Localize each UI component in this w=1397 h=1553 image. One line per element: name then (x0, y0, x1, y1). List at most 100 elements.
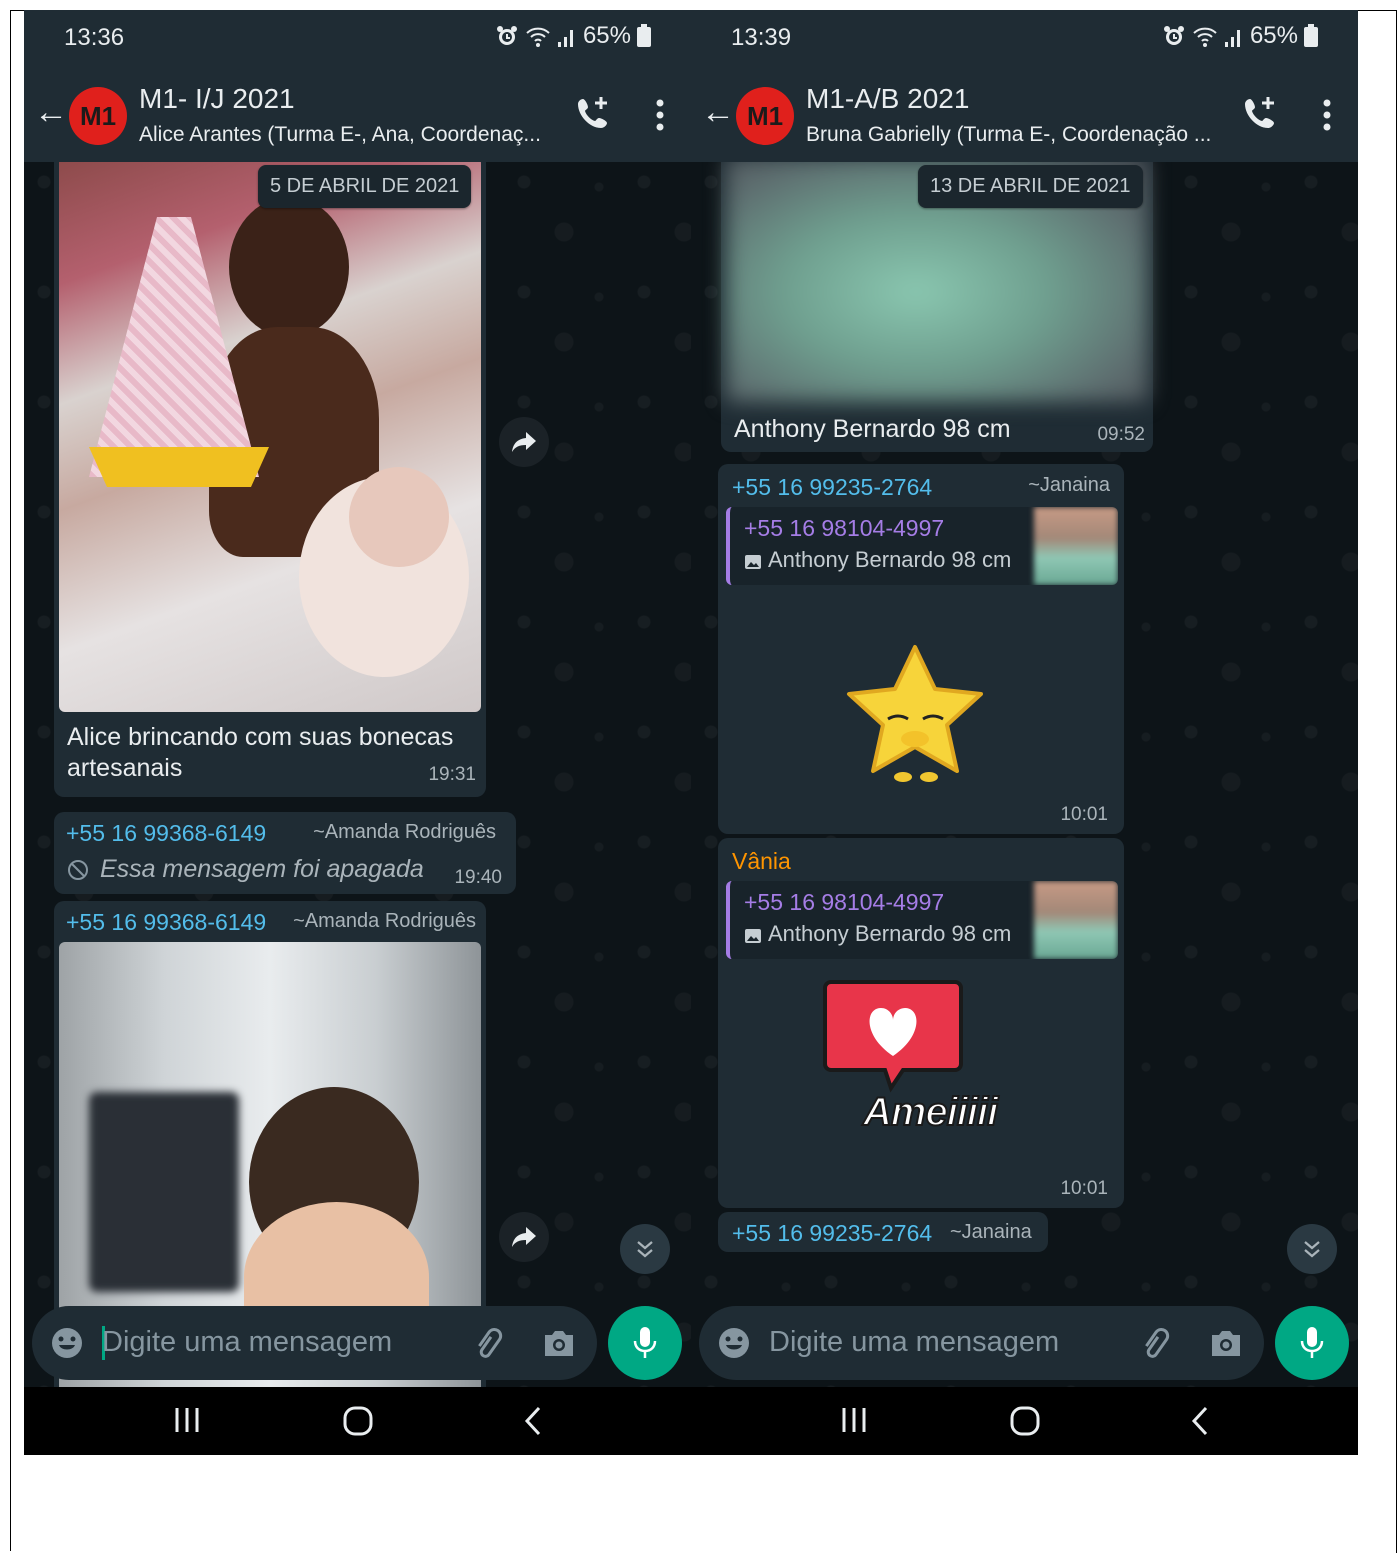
emoji-icon[interactable] (50, 1326, 84, 1360)
attach-icon[interactable] (473, 1326, 509, 1360)
microphone-icon (1300, 1327, 1324, 1358)
message-input[interactable]: Digite uma mensagem (102, 1326, 392, 1359)
sender-alias: ~Amanda Rodriguês (313, 821, 496, 843)
chat-header: ← M1 M1-A/B 2021 Bruna Gabrielly (Turma … (691, 65, 1358, 162)
camera-icon[interactable] (1208, 1326, 1244, 1360)
blocked-icon (68, 860, 88, 880)
voice-record-button[interactable] (608, 1306, 682, 1380)
signal-icon (1224, 30, 1240, 47)
chat-title[interactable]: M1- I/J 2021 (139, 83, 295, 115)
back-arrow-icon[interactable]: ← (34, 93, 68, 132)
quoted-text: Anthony Bernardo 98 cm (768, 921, 1012, 946)
quoted-sender: +55 16 98104-4997 (744, 515, 945, 541)
home-icon[interactable] (342, 1405, 374, 1437)
recent-apps-icon[interactable] (172, 1405, 202, 1435)
chat-title[interactable]: M1-A/B 2021 (806, 83, 969, 115)
system-nav-bar (691, 1387, 1358, 1455)
message-time: 19:40 (454, 867, 502, 888)
battery-icon (637, 24, 651, 47)
heart-bubble-icon (823, 980, 963, 1093)
quoted-sender: +55 16 98104-4997 (744, 889, 945, 915)
camera-icon[interactable] (541, 1326, 577, 1360)
chat-participants[interactable]: Alice Arantes (Turma E-, Ana, Coordenaç.… (139, 123, 541, 147)
photo-child-with-dolls[interactable] (59, 162, 481, 712)
quoted-thumbnail (1034, 507, 1118, 585)
system-nav-bar (24, 1387, 691, 1455)
message-time: 19:31 (428, 764, 476, 785)
voice-record-button[interactable] (1275, 1306, 1349, 1380)
status-bar: 13:39 65% (691, 10, 1358, 65)
message-partial[interactable]: +55 16 99235-2764 ~Janaina (718, 1212, 1048, 1252)
message-input-bar[interactable]: Digite uma mensagem (699, 1306, 1264, 1380)
attach-icon[interactable] (1140, 1326, 1176, 1360)
battery-icon (1304, 24, 1318, 47)
battery-percent: 65% (1249, 22, 1298, 49)
quoted-message[interactable]: +55 16 98104-4997 Anthony Bernardo 98 cm (726, 881, 1118, 959)
wifi-icon (1193, 27, 1217, 47)
status-time: 13:36 (64, 24, 125, 51)
sender-name[interactable]: Vânia (732, 848, 791, 875)
forward-icon[interactable] (499, 417, 549, 467)
sender-alias: ~Janaina (950, 1221, 1032, 1243)
sender-phone[interactable]: +55 16 99235-2764 (732, 1220, 932, 1247)
avatar-text: M1 (746, 100, 784, 131)
nav-back-icon[interactable] (1188, 1405, 1212, 1437)
sticker-reply-message[interactable]: Vânia +55 16 98104-4997 Anthony Bernardo… (718, 838, 1124, 1208)
image-caption: Anthony Bernardo 98 cm (734, 415, 1011, 443)
sender-phone[interactable]: +55 16 99235-2764 (732, 474, 932, 501)
deleted-text: Essa mensagem foi apagada (100, 855, 424, 883)
heart-sticker[interactable]: Ameiiiii (818, 978, 1028, 1148)
more-options-icon[interactable] (1320, 95, 1334, 135)
image-icon (745, 555, 761, 569)
home-icon[interactable] (1009, 1405, 1041, 1437)
message-time: 10:01 (1060, 804, 1108, 825)
message-time: 09:52 (1097, 424, 1145, 445)
alarm-icon (496, 26, 517, 45)
message-input[interactable]: Digite uma mensagem (769, 1326, 1059, 1359)
status-bar: 13:36 65% (24, 10, 691, 65)
sender-alias: ~Amanda Rodriguês (293, 910, 476, 932)
alarm-icon (1163, 26, 1184, 45)
deleted-message[interactable]: +55 16 99368-6149 ~Amanda Rodriguês Essa… (54, 812, 516, 894)
phone-screen-right: 13:39 65% ← M1 M1-A/B 2021 Bruna Gabriel… (691, 10, 1358, 1455)
chat-participants[interactable]: Bruna Gabrielly (Turma E-, Coordenação .… (806, 123, 1211, 147)
status-icons: 65% (1162, 22, 1318, 50)
phone-screen-left: 13:36 65% ← M1 M1- I/J 2021 Alice Arante… (24, 10, 691, 1455)
back-arrow-icon[interactable]: ← (701, 93, 735, 132)
emoji-icon[interactable] (717, 1326, 751, 1360)
image-message[interactable]: Alice brincando com suas bonecas artesan… (54, 162, 486, 797)
sticker-reply-message[interactable]: +55 16 99235-2764 ~Janaina +55 16 98104-… (718, 464, 1124, 834)
avatar-text: M1 (79, 100, 117, 131)
sticker-text: Ameiiiii (862, 1089, 999, 1135)
chat-area[interactable]: Alice brincando com suas bonecas artesan… (24, 162, 691, 1387)
quoted-message[interactable]: +55 16 98104-4997 Anthony Bernardo 98 cm (726, 507, 1118, 585)
sender-phone[interactable]: +55 16 99368-6149 (66, 820, 266, 847)
add-call-icon[interactable] (573, 93, 613, 133)
image-caption: Alice brincando com suas bonecas artesan… (67, 723, 454, 782)
chat-area[interactable]: Anthony Bernardo 98 cm 09:52 13 DE ABRIL… (691, 162, 1358, 1387)
status-icons: 65% (495, 22, 651, 50)
add-call-icon[interactable] (1240, 93, 1280, 133)
group-avatar[interactable]: M1 (736, 87, 794, 145)
more-options-icon[interactable] (653, 95, 667, 135)
scroll-to-bottom-button[interactable] (1287, 1224, 1337, 1274)
date-chip: 5 DE ABRIL DE 2021 (258, 165, 472, 208)
group-avatar[interactable]: M1 (69, 87, 127, 145)
quoted-thumbnail (1034, 881, 1118, 959)
battery-percent: 65% (582, 22, 631, 49)
nav-back-icon[interactable] (521, 1405, 545, 1437)
chat-header: ← M1 M1- I/J 2021 Alice Arantes (Turma E… (24, 65, 691, 162)
date-chip: 13 DE ABRIL DE 2021 (918, 165, 1143, 208)
recent-apps-icon[interactable] (839, 1405, 869, 1435)
message-input-bar[interactable]: Digite uma mensagem (32, 1306, 597, 1380)
forward-icon[interactable] (499, 1212, 549, 1262)
scroll-to-bottom-button[interactable] (620, 1224, 670, 1274)
microphone-icon (633, 1327, 657, 1358)
wifi-icon (526, 27, 550, 47)
star-sticker[interactable] (843, 639, 988, 789)
signal-icon (557, 30, 573, 47)
sender-alias: ~Janaina (1028, 474, 1110, 496)
sender-phone[interactable]: +55 16 99368-6149 (66, 909, 266, 936)
message-time: 10:01 (1060, 1178, 1108, 1199)
image-icon (745, 929, 761, 943)
